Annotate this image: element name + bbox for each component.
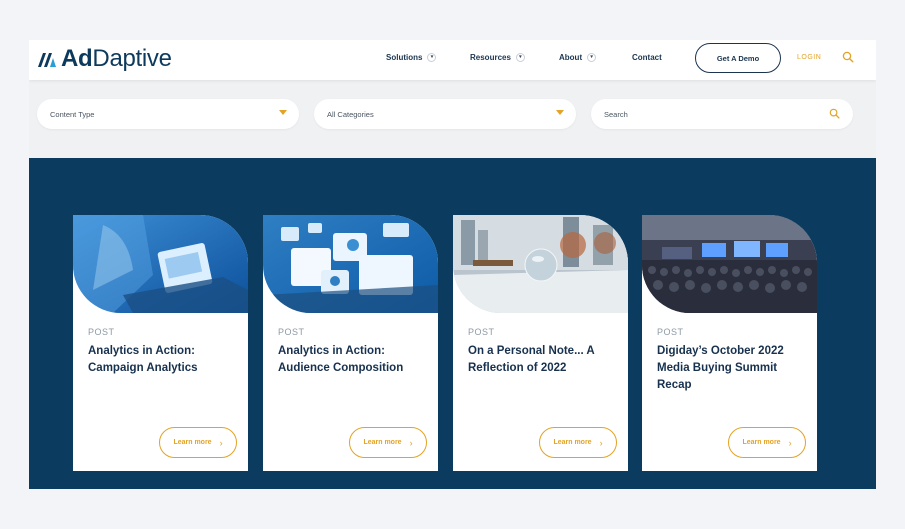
post-type-label: POST	[657, 327, 684, 337]
nav-contact[interactable]: Contact	[632, 53, 662, 62]
caret-down-icon	[279, 110, 287, 115]
post-card[interactable]: POST Analytics in Action: Audience Compo…	[263, 215, 438, 471]
nav-contact-label: Contact	[632, 53, 662, 62]
filter-bar: Content Type All Categories	[29, 80, 876, 158]
nav-resources[interactable]: Resources ▾	[470, 53, 525, 62]
post-card[interactable]: POST Digiday’s October 2022 Media Buying…	[642, 215, 817, 471]
categories-select[interactable]: All Categories	[314, 99, 576, 129]
brand-logo[interactable]: AdDaptive	[37, 44, 172, 74]
learn-more-button[interactable]: Learn more ›	[728, 427, 806, 458]
site-header: AdDaptive Solutions ▾ Resources ▾ About …	[29, 40, 876, 80]
login-link[interactable]: LOGIN	[797, 54, 821, 61]
post-type-label: POST	[88, 327, 115, 337]
chevron-down-icon: ▾	[427, 53, 437, 62]
post-title[interactable]: Analytics in Action: Audience Compositio…	[278, 343, 428, 377]
nav-solutions[interactable]: Solutions ▾	[386, 53, 437, 62]
chevron-down-icon: ▾	[587, 53, 597, 62]
logo-mark-icon	[38, 53, 56, 67]
post-thumbnail-laptop-analytics	[73, 215, 248, 313]
post-thumbnail-crystal-ball-city	[453, 215, 628, 313]
learn-more-label: Learn more	[553, 439, 592, 446]
search-icon[interactable]	[829, 108, 840, 119]
post-type-label: POST	[468, 327, 495, 337]
post-thumbnail-dashboard-panels	[263, 215, 438, 313]
content-type-value: Content Type	[50, 109, 95, 119]
search-input[interactable]	[604, 109, 804, 119]
post-title[interactable]: Digiday’s October 2022 Media Buying Summ…	[657, 343, 807, 394]
learn-more-label: Learn more	[173, 439, 212, 446]
nav-solutions-label: Solutions	[386, 53, 423, 62]
post-title[interactable]: Analytics in Action: Campaign Analytics	[88, 343, 238, 377]
chevron-right-icon: ›	[409, 437, 413, 448]
learn-more-button[interactable]: Learn more ›	[159, 427, 237, 458]
post-title[interactable]: On a Personal Note... A Reflection of 20…	[468, 343, 618, 377]
get-demo-button[interactable]: Get A Demo	[695, 43, 781, 73]
caret-down-icon	[556, 110, 564, 115]
learn-more-button[interactable]: Learn more ›	[539, 427, 617, 458]
search-icon[interactable]	[842, 51, 854, 63]
post-thumbnail-conference-hall	[642, 215, 817, 313]
page-frame: AdDaptive Solutions ▾ Resources ▾ About …	[29, 40, 876, 489]
chevron-right-icon: ›	[788, 437, 792, 448]
content-type-select[interactable]: Content Type	[37, 99, 299, 129]
learn-more-label: Learn more	[742, 439, 781, 446]
categories-value: All Categories	[327, 109, 374, 119]
nav-about-label: About	[559, 53, 583, 62]
learn-more-button[interactable]: Learn more ›	[349, 427, 427, 458]
nav-about[interactable]: About ▾	[559, 53, 597, 62]
post-type-label: POST	[278, 327, 305, 337]
learn-more-label: Learn more	[363, 439, 402, 446]
posts-section: POST Analytics in Action: Campaign Analy…	[29, 158, 876, 489]
chevron-right-icon: ›	[219, 437, 223, 448]
post-card[interactable]: POST Analytics in Action: Campaign Analy…	[73, 215, 248, 471]
nav-resources-label: Resources	[470, 53, 511, 62]
chevron-down-icon: ▾	[515, 53, 525, 62]
chevron-right-icon: ›	[599, 437, 603, 448]
logo-text: AdDaptive	[61, 45, 172, 72]
search-field[interactable]	[591, 99, 853, 129]
post-card[interactable]: POST On a Personal Note... A Reflection …	[453, 215, 628, 471]
